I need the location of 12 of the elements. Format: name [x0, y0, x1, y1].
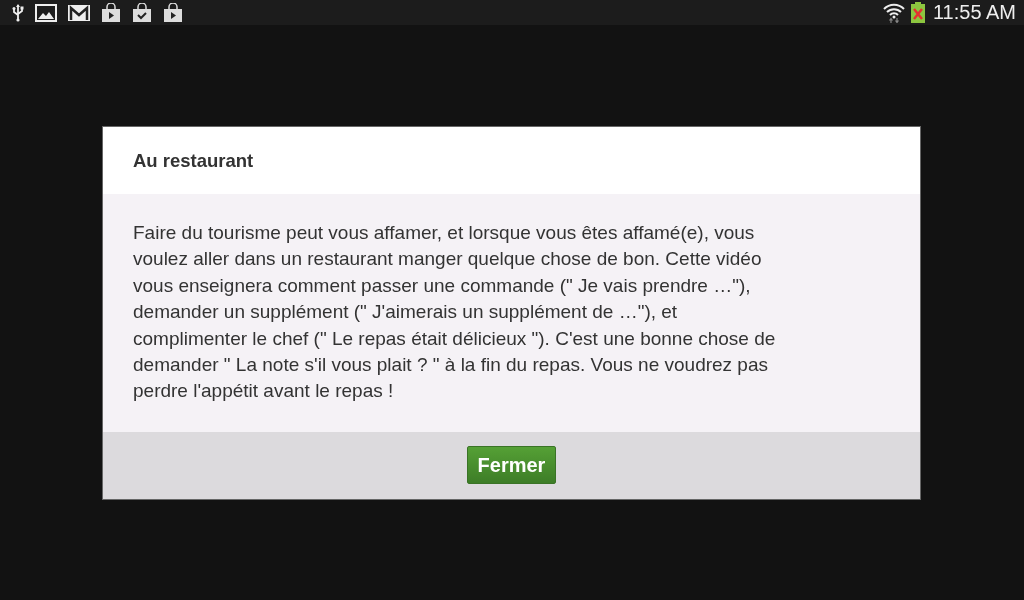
dialog-title: Au restaurant	[133, 149, 254, 172]
close-button[interactable]: Fermer	[466, 446, 557, 485]
usb-icon	[12, 3, 24, 22]
mail-icon	[68, 3, 90, 22]
battery-warning-icon	[910, 2, 925, 23]
shopping-bag-check-icon	[132, 3, 152, 22]
shopping-bag-play-icon	[101, 3, 121, 22]
clock-time: 11:55 AM	[932, 1, 1016, 24]
shopping-bag-play-icon	[163, 3, 183, 22]
wifi-icon	[882, 2, 905, 23]
description-paragraph: Faire du tourisme peut vous affamer, et lorsque vous êtes affamé(e), vous voulez aller dans un restaurant manger quelque chose de bon. Cette vidéo vous enseignera comment passer une commande (" Je vais prendre …"), demander un supplément (" J'aimerais un supplément de …"), et complimenter le chef (" Le repas était délicieux "). C'est une bonne chose de demander " La note s'il vous plait ? " à la fin du repas. Vous ne voudrez pas perdre l'appétit avant le repas !	[133, 221, 777, 404]
picture-icon	[35, 3, 57, 22]
